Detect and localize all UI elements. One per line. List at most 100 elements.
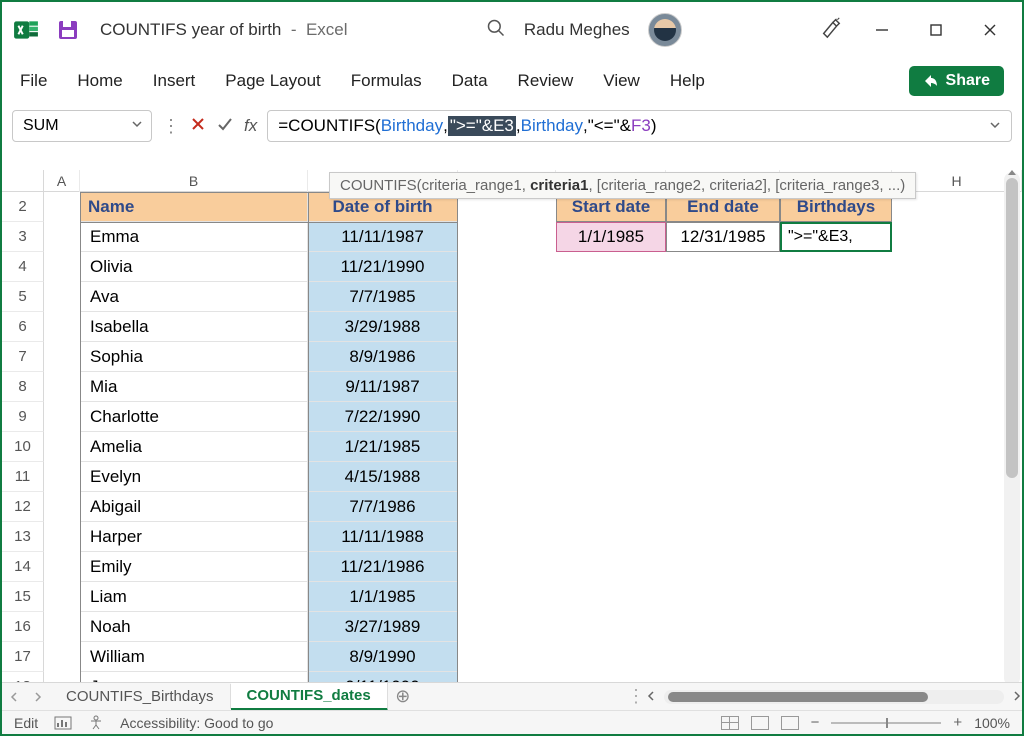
cell-C5-dob[interactable]: 7/7/1985 (308, 282, 458, 312)
row-8[interactable]: 8 (2, 372, 44, 402)
cell-C6-dob[interactable]: 3/29/1988 (308, 312, 458, 342)
zoom-in-button[interactable]: + (953, 714, 962, 731)
cell-C14-dob[interactable]: 11/21/1986 (308, 552, 458, 582)
row-3[interactable]: 3 (2, 222, 44, 252)
cell-B5-name[interactable]: Ava (80, 282, 308, 312)
sheet-tab-dates[interactable]: COUNTIFS_dates (231, 683, 388, 711)
col-B[interactable]: B (80, 170, 308, 192)
cell-B12-name[interactable]: Abigail (80, 492, 308, 522)
col-A[interactable]: A (44, 170, 80, 192)
sheet-tab-birthdays[interactable]: COUNTIFS_Birthdays (50, 684, 231, 709)
cell-C15-dob[interactable]: 1/1/1985 (308, 582, 458, 612)
cell-B15-name[interactable]: Liam (80, 582, 308, 612)
cancel-formula-icon[interactable] (190, 116, 206, 137)
cell-C13-dob[interactable]: 11/11/1988 (308, 522, 458, 552)
save-icon[interactable] (54, 16, 82, 44)
row-6[interactable]: 6 (2, 312, 44, 342)
close-button[interactable] (976, 16, 1004, 44)
cell-C4-dob[interactable]: 11/21/1990 (308, 252, 458, 282)
cell-B16-name[interactable]: Noah (80, 612, 308, 642)
row-4[interactable]: 4 (2, 252, 44, 282)
minimize-button[interactable] (868, 16, 896, 44)
cell-C17-dob[interactable]: 8/9/1990 (308, 642, 458, 672)
ribbon-review[interactable]: Review (518, 71, 574, 91)
cell-B10-name[interactable]: Amelia (80, 432, 308, 462)
scroll-thumb[interactable] (1006, 178, 1018, 478)
horizontal-scrollbar[interactable] (664, 690, 1004, 704)
accessibility-icon[interactable] (88, 715, 104, 731)
hscroll-left-icon[interactable] (646, 688, 656, 706)
ribbon-pagelayout[interactable]: Page Layout (225, 71, 320, 91)
search-icon[interactable] (486, 18, 506, 43)
ribbon-file[interactable]: File (20, 71, 47, 91)
cell-C10-dob[interactable]: 1/21/1985 (308, 432, 458, 462)
zoom-slider[interactable] (831, 722, 941, 724)
add-sheet-button[interactable]: ⊕ (388, 686, 418, 707)
cell-B17-name[interactable]: William (80, 642, 308, 672)
cell-C7-dob[interactable]: 8/9/1986 (308, 342, 458, 372)
cell-B9-name[interactable]: Charlotte (80, 402, 308, 432)
row-12[interactable]: 12 (2, 492, 44, 522)
cell-B8-name[interactable]: Mia (80, 372, 308, 402)
cell-B6-name[interactable]: Isabella (80, 312, 308, 342)
formula-input[interactable]: =COUNTIFS(Birthday,">="&E3,Birthday,"<="… (267, 110, 1012, 142)
cell-G3-active-formula[interactable]: ">="&E3, (780, 222, 892, 252)
cell-C16-dob[interactable]: 3/27/1989 (308, 612, 458, 642)
ribbon-home[interactable]: Home (77, 71, 122, 91)
select-all-corner[interactable] (2, 170, 44, 192)
stats-icon[interactable] (54, 716, 72, 730)
chevron-down-icon[interactable] (131, 117, 143, 135)
cell-C3-dob[interactable]: 11/11/1987 (308, 222, 458, 252)
ribbon-insert[interactable]: Insert (153, 71, 196, 91)
hscroll-right-icon[interactable] (1012, 688, 1022, 706)
row-11[interactable]: 11 (2, 462, 44, 492)
cell-F3-end-date[interactable]: 12/31/1985 (666, 222, 780, 252)
cell-C9-dob[interactable]: 7/22/1990 (308, 402, 458, 432)
zoom-out-button[interactable]: − (811, 714, 820, 731)
row-7[interactable]: 7 (2, 342, 44, 372)
sheet-options-icon[interactable]: ⋮ (627, 686, 646, 707)
row-10[interactable]: 10 (2, 432, 44, 462)
user-avatar[interactable] (648, 13, 682, 47)
cell-B7-name[interactable]: Sophia (80, 342, 308, 372)
cell-B4-name[interactable]: Olivia (80, 252, 308, 282)
cell-C12-dob[interactable]: 7/7/1986 (308, 492, 458, 522)
row-2[interactable]: 2 (2, 192, 44, 222)
draw-mode-icon[interactable] (820, 17, 842, 44)
ribbon-help[interactable]: Help (670, 71, 705, 91)
name-box[interactable]: SUM (12, 110, 152, 142)
view-pagebreak-icon[interactable] (781, 716, 799, 730)
row-14[interactable]: 14 (2, 552, 44, 582)
row-17[interactable]: 17 (2, 642, 44, 672)
ribbon-view[interactable]: View (603, 71, 640, 91)
share-button[interactable]: Share (909, 66, 1004, 96)
vertical-scrollbar[interactable] (1004, 172, 1020, 686)
user-name[interactable]: Radu Meghes (524, 20, 630, 40)
expand-formula-icon[interactable] (989, 116, 1001, 136)
spreadsheet-grid[interactable]: A B C E F G H 23456789101112131415161718… (2, 170, 1022, 686)
cell-C8-dob[interactable]: 9/11/1987 (308, 372, 458, 402)
row-13[interactable]: 13 (2, 522, 44, 552)
cell-B3-name[interactable]: Emma (80, 222, 308, 252)
maximize-button[interactable] (922, 16, 950, 44)
scroll-up-icon[interactable] (1008, 170, 1016, 175)
hscroll-thumb[interactable] (668, 692, 928, 702)
ribbon-data[interactable]: Data (452, 71, 488, 91)
sheet-nav-left[interactable] (2, 692, 26, 702)
cell-C11-dob[interactable]: 4/15/1988 (308, 462, 458, 492)
fx-icon[interactable]: fx (244, 116, 257, 136)
row-9[interactable]: 9 (2, 402, 44, 432)
cell-B13-name[interactable]: Harper (80, 522, 308, 552)
cell-B11-name[interactable]: Evelyn (80, 462, 308, 492)
cell-E3-start-date[interactable]: 1/1/1985 (556, 222, 666, 252)
row-16[interactable]: 16 (2, 612, 44, 642)
row-15[interactable]: 15 (2, 582, 44, 612)
view-pagelayout-icon[interactable] (751, 716, 769, 730)
row-5[interactable]: 5 (2, 282, 44, 312)
cell-B2-header-name[interactable]: Name (80, 192, 308, 222)
ribbon-formulas[interactable]: Formulas (351, 71, 422, 91)
cell-B14-name[interactable]: Emily (80, 552, 308, 582)
view-normal-icon[interactable] (721, 716, 739, 730)
confirm-formula-icon[interactable] (216, 115, 234, 138)
sheet-nav-right[interactable] (26, 692, 50, 702)
